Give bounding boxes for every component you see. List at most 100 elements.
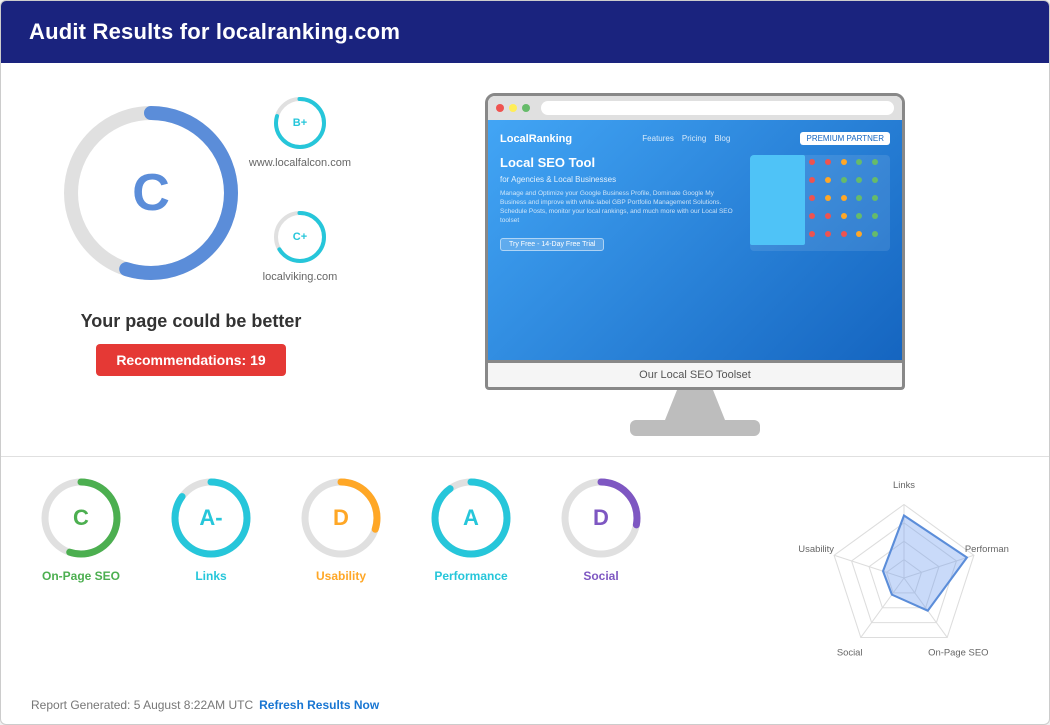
- nav-link-blog: Blog: [714, 134, 730, 143]
- gauge-area: C B+ www.localfalcon.com: [51, 83, 331, 293]
- site-hero-desc: Manage and Optimize your Google Business…: [500, 189, 740, 225]
- competitor-1-gauge: B+: [270, 93, 330, 153]
- monitor-stand-neck: [665, 390, 725, 420]
- grid-dot: [825, 177, 831, 183]
- score-grade-social: D: [593, 505, 609, 531]
- grid-dot: [872, 213, 878, 219]
- grid-dot: [825, 159, 831, 165]
- competitor-1-grade: B+: [293, 117, 307, 129]
- grid-dot: [809, 159, 815, 165]
- monitor-wrapper: LocalRanking Features Pricing Blog PREMI…: [485, 93, 905, 436]
- score-label-on-page-seo: On-Page SEO: [42, 569, 120, 583]
- monitor-footer: Our Local SEO Toolset: [485, 363, 905, 390]
- site-map: [750, 155, 805, 245]
- site-nav-cta: PREMIUM PARTNER: [800, 132, 890, 145]
- grid-dot: [841, 195, 847, 201]
- browser-dot-red: [496, 104, 504, 112]
- site-hero-text: Local SEO Tool for Agencies & Local Busi…: [500, 155, 740, 251]
- competitor-2-gauge: C+: [270, 207, 330, 267]
- page-tagline: Your page could be better: [81, 311, 302, 332]
- grid-dot: [856, 159, 862, 165]
- site-nav: LocalRanking Features Pricing Blog PREMI…: [500, 132, 890, 145]
- score-label-links: Links: [195, 569, 226, 583]
- website-content: LocalRanking Features Pricing Blog PREMI…: [488, 120, 902, 360]
- grid-dot: [841, 177, 847, 183]
- report-generated-text: Report Generated: 5 August 8:22AM UTC: [31, 698, 253, 712]
- score-grade-on-page-seo: C: [73, 505, 89, 531]
- score-card-on-page-seo: C On-Page SEO: [31, 473, 131, 583]
- site-grid: [805, 155, 890, 251]
- grid-dot: [872, 195, 878, 201]
- grid-dot: [825, 231, 831, 237]
- grid-dot: [856, 231, 862, 237]
- grid-dot: [809, 195, 815, 201]
- score-grade-performance: A: [463, 505, 479, 531]
- svg-text:Social: Social: [837, 647, 863, 658]
- footer-bar: Report Generated: 5 August 8:22AM UTC Re…: [1, 688, 1049, 724]
- score-label-performance: Performance: [434, 569, 507, 583]
- competitor-1: B+ www.localfalcon.com: [249, 93, 351, 169]
- site-hero-visual: [750, 155, 890, 251]
- grid-dot: [856, 195, 862, 201]
- score-card-links: A- Links: [161, 473, 261, 583]
- score-label-usability: Usability: [316, 569, 366, 583]
- grid-dot: [872, 159, 878, 165]
- grid-dot: [841, 231, 847, 237]
- site-hero-title: Local SEO Tool: [500, 155, 740, 172]
- main-gauge: C: [51, 93, 251, 293]
- site-hero-cta: Try Free - 14-Day Free Trial: [500, 238, 604, 251]
- right-panel: LocalRanking Features Pricing Blog PREMI…: [371, 83, 1019, 436]
- grid-dot: [841, 159, 847, 165]
- score-card-social: D Social: [551, 473, 651, 583]
- site-nav-links: Features Pricing Blog: [642, 134, 730, 143]
- site-hero-subtitle: for Agencies & Local Businesses: [500, 175, 740, 184]
- score-label-social: Social: [583, 569, 618, 583]
- main-grade-label: C: [132, 163, 170, 223]
- browser-dot-green: [522, 104, 530, 112]
- svg-text:Links: Links: [893, 480, 915, 491]
- grid-dot: [841, 213, 847, 219]
- refresh-results-link[interactable]: Refresh Results Now: [259, 698, 379, 712]
- browser-dot-yellow: [509, 104, 517, 112]
- score-ring-performance: A: [426, 473, 516, 563]
- score-ring-social: D: [556, 473, 646, 563]
- browser-bar: [488, 96, 902, 120]
- grid-dot: [809, 177, 815, 183]
- grid-dot: [825, 213, 831, 219]
- competitor-2-label: localviking.com: [263, 271, 338, 283]
- left-panel: C B+ www.localfalcon.com: [31, 83, 351, 436]
- page-title: Audit Results for localranking.com: [29, 19, 400, 44]
- grid-dot: [825, 195, 831, 201]
- radar-chart-section: Links Performance On-Page SEO Social Usabili…: [799, 473, 1019, 688]
- monitor-screen: LocalRanking Features Pricing Blog PREMI…: [485, 93, 905, 363]
- competitor-1-label: www.localfalcon.com: [249, 157, 351, 169]
- main-content: C B+ www.localfalcon.com: [1, 63, 1049, 456]
- grid-dot: [809, 231, 815, 237]
- grid-dot: [856, 177, 862, 183]
- score-ring-on-page-seo: C: [36, 473, 126, 563]
- grid-dot: [856, 213, 862, 219]
- competitor-2-grade: C+: [293, 231, 307, 243]
- page-header: Audit Results for localranking.com: [1, 1, 1049, 63]
- score-cards: C On-Page SEO A- Links: [31, 473, 1019, 688]
- score-card-usability: D Usability: [291, 473, 391, 583]
- score-ring-links: A-: [166, 473, 256, 563]
- svg-text:On-Page SEO: On-Page SEO: [928, 647, 988, 658]
- score-grade-usability: D: [333, 505, 349, 531]
- score-card-performance: A Performance: [421, 473, 521, 583]
- nav-link-features: Features: [642, 134, 674, 143]
- grid-dot: [872, 177, 878, 183]
- score-grade-links: A-: [199, 505, 222, 531]
- audit-results-card: Audit Results for localranking.com C: [0, 0, 1050, 725]
- grid-dot: [872, 231, 878, 237]
- monitor-footer-text: Our Local SEO Toolset: [639, 369, 751, 381]
- competitor-2: C+ localviking.com: [249, 207, 351, 283]
- score-ring-usability: D: [296, 473, 386, 563]
- bottom-section: C On-Page SEO A- Links: [1, 456, 1049, 688]
- monitor-stand-base: [630, 420, 760, 436]
- recommendations-button[interactable]: Recommendations: 19: [96, 344, 285, 376]
- site-hero: Local SEO Tool for Agencies & Local Busi…: [500, 155, 890, 251]
- svg-text:Usability: Usability: [799, 544, 834, 555]
- site-logo: LocalRanking: [500, 133, 572, 145]
- svg-text:Performance: Performance: [965, 544, 1009, 555]
